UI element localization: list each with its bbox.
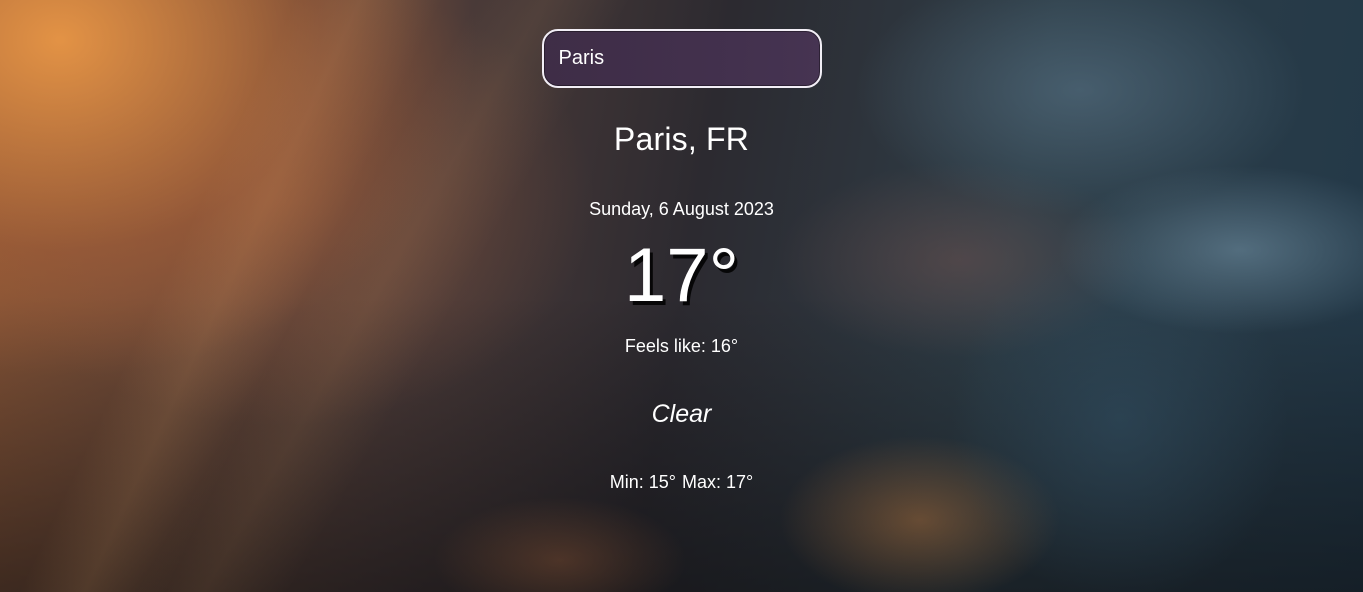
weather-description: Clear xyxy=(651,400,712,428)
max-temperature: Max: 17° xyxy=(682,472,754,492)
location-title: Paris, FR xyxy=(613,121,750,157)
weather-app: Paris, FR Sunday, 6 August 2023 17° Feel… xyxy=(0,0,1363,592)
city-search-input[interactable] xyxy=(541,29,822,88)
min-temperature: Min: 15° xyxy=(609,472,676,492)
current-temperature: 17° xyxy=(624,233,739,318)
current-date: Sunday, 6 August 2023 xyxy=(589,199,774,219)
search-container xyxy=(541,29,822,88)
feels-like: Feels like: 16° xyxy=(624,336,739,356)
min-max-temperature: Min: 15° Max: 17° xyxy=(610,472,753,493)
